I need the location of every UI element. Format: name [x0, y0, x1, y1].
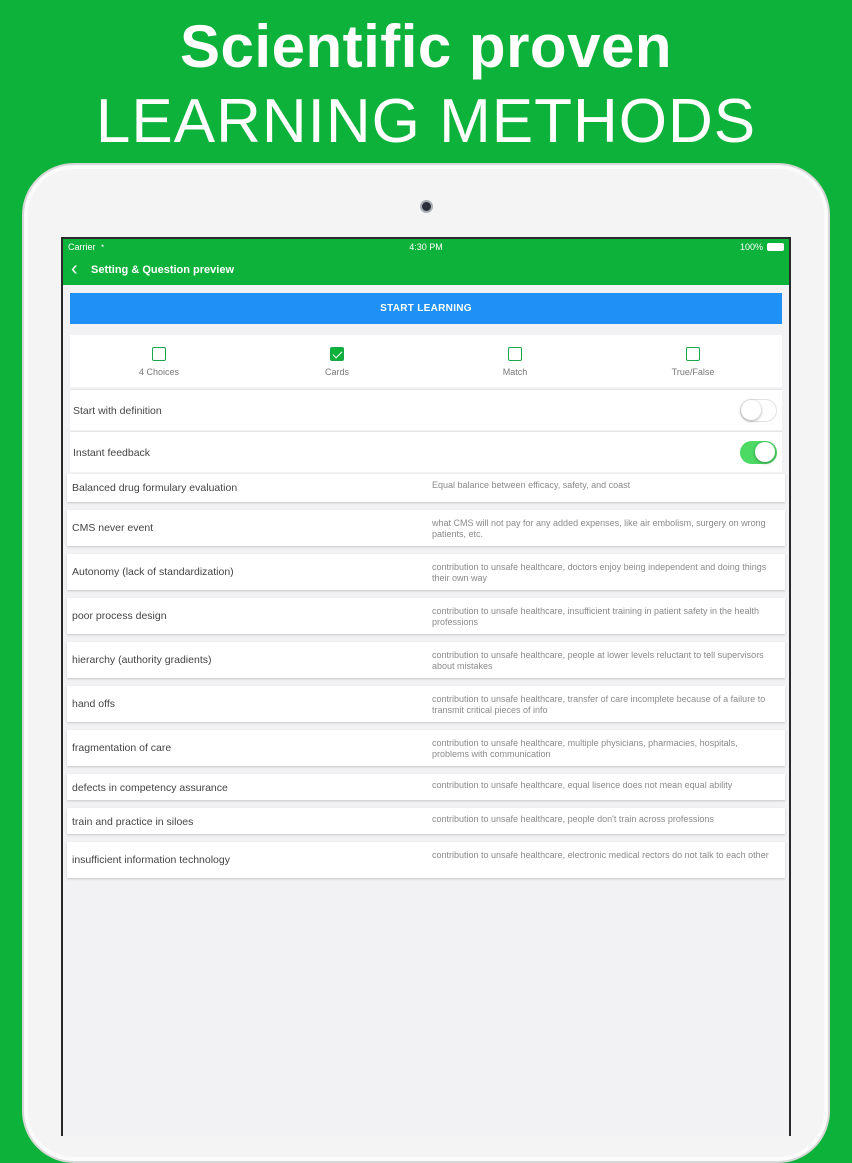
app-screen: Carrier ◔ 4:30 PM 100% ‹ Setting & Quest… — [61, 237, 791, 1136]
card-definition: contribution to unsafe healthcare, multi… — [432, 738, 738, 759]
list-item[interactable]: hierarchy (authority gradients) contribu… — [67, 642, 785, 678]
card-definition: contribution to unsafe healthcare, docto… — [432, 562, 767, 583]
setting-instant-feedback: Instant feedback — [70, 431, 782, 472]
camera-icon — [420, 200, 433, 213]
page-title: Setting & Question preview — [91, 264, 235, 276]
card-term: CMS never event — [72, 522, 154, 534]
list-item[interactable]: Autonomy (lack of standardization) contr… — [67, 554, 785, 590]
card-term: fragmentation of care — [72, 742, 172, 754]
list-item[interactable]: poor process design contribution to unsa… — [67, 598, 785, 634]
toggle-instant-feedback[interactable] — [740, 441, 777, 464]
mode-match[interactable]: Match — [426, 335, 604, 387]
card-term: insufficient information technology — [72, 854, 230, 866]
card-definition: contribution to unsafe healthcare, equal… — [432, 780, 733, 790]
list-item[interactable]: Balanced drug formulary evaluation Equal… — [67, 474, 785, 502]
card-definition: contribution to unsafe healthcare, trans… — [432, 694, 766, 715]
card-definition: contribution to unsafe healthcare, elect… — [432, 850, 769, 860]
status-bar: Carrier ◔ 4:30 PM 100% — [63, 239, 789, 255]
promo-headline: Scientific proven — [180, 13, 672, 80]
card-term: defects in competency assurance — [72, 782, 228, 794]
mode-label: True/False — [671, 367, 715, 377]
setting-label: Start with definition — [73, 405, 162, 417]
card-term: Autonomy (lack of standardization) — [72, 566, 234, 578]
card-definition: contribution to unsafe healthcare, peopl… — [432, 650, 764, 671]
checkbox-true-false[interactable] — [686, 347, 700, 361]
mode-4-choices[interactable]: 4 Choices — [70, 335, 248, 387]
list-item[interactable]: train and practice in siloes contributio… — [67, 808, 785, 834]
mode-label: Match — [502, 367, 528, 377]
toggle-start-with-definition[interactable] — [740, 399, 777, 422]
list-item[interactable]: hand offs contribution to unsafe healthc… — [67, 686, 785, 722]
battery-percent: 100% — [739, 242, 763, 252]
card-definition: Equal balance between efficacy, safety, … — [432, 480, 631, 490]
checkbox-4-choices[interactable] — [152, 347, 166, 361]
navigation-bar: ‹ Setting & Question preview — [63, 255, 789, 285]
mode-label: Cards — [324, 367, 349, 377]
card-definition: contribution to unsafe healthcare, insuf… — [432, 606, 760, 627]
mode-cards[interactable]: Cards — [248, 335, 426, 387]
list-item[interactable]: CMS never event what CMS will not pay fo… — [67, 510, 785, 546]
setting-start-with-definition: Start with definition — [70, 389, 782, 430]
card-definition: contribution to unsafe healthcare, peopl… — [432, 814, 714, 824]
card-definition: what CMS will not pay for any added expe… — [432, 518, 766, 539]
list-item[interactable]: fragmentation of care contribution to un… — [67, 730, 785, 766]
checkbox-match[interactable] — [508, 347, 522, 361]
card-term: hierarchy (authority gradients) — [72, 654, 212, 666]
list-item[interactable]: insufficient information technology cont… — [67, 842, 785, 878]
clock: 4:30 PM — [409, 242, 443, 252]
checkbox-cards[interactable] — [330, 347, 344, 361]
card-term: hand offs — [72, 698, 116, 710]
back-chevron-icon[interactable]: ‹ — [71, 259, 78, 279]
card-term: poor process design — [72, 610, 167, 622]
promo-subheadline: LEARNING METHODS — [95, 87, 757, 156]
card-term: Balanced drug formulary evaluation — [72, 482, 238, 494]
mode-label: 4 Choices — [138, 367, 180, 377]
start-learning-button[interactable]: START LEARNING — [70, 293, 782, 324]
promo-banner: Scientific proven LEARNING METHODS — [0, 0, 852, 160]
battery-icon — [767, 243, 784, 251]
list-item[interactable]: defects in competency assurance contribu… — [67, 774, 785, 800]
mode-selector: 4 Choices Cards Match True/False — [70, 335, 782, 387]
question-list: Balanced drug formulary evaluation Equal… — [67, 474, 785, 886]
card-term: train and practice in siloes — [72, 816, 194, 828]
mode-true-false[interactable]: True/False — [604, 335, 782, 387]
setting-label: Instant feedback — [73, 447, 151, 459]
